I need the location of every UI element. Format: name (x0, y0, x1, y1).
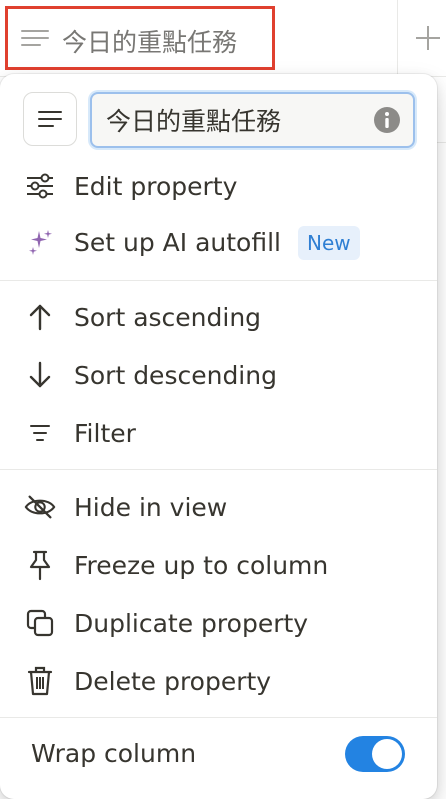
menu-separator (0, 469, 437, 470)
menu-item-ai-autofill[interactable]: Set up AI autofill New (0, 214, 437, 270)
rename-row (23, 92, 415, 152)
menu-item-delete-property[interactable]: Delete property (0, 653, 437, 709)
menu-item-sort-descending[interactable]: Sort descending (0, 347, 437, 403)
menu-item-edit-property[interactable]: Edit property (0, 158, 437, 214)
property-type-button[interactable] (23, 92, 77, 146)
sparkles-icon (24, 226, 56, 258)
menu-item-duplicate-property[interactable]: Duplicate property (0, 595, 437, 651)
trash-icon (24, 665, 56, 697)
menu-item-label: Sort ascending (74, 302, 262, 332)
toggle-knob (372, 739, 402, 769)
menu-item-filter[interactable]: Filter (0, 405, 437, 461)
menu-item-label: Sort descending (74, 360, 277, 390)
duplicate-icon (24, 607, 56, 639)
menu-item-freeze-column[interactable]: Freeze up to column (0, 537, 437, 593)
new-badge: New (298, 226, 360, 260)
text-lines-icon (38, 111, 62, 127)
menu-item-label: Hide in view (74, 492, 228, 522)
eye-slash-icon (24, 491, 56, 523)
menu-separator (0, 280, 437, 281)
menu-item-label: Freeze up to column (74, 550, 329, 580)
menu-item-label: Edit property (74, 171, 238, 201)
sliders-icon (24, 170, 56, 202)
arrow-up-icon (24, 301, 56, 333)
wrap-column-toggle[interactable] (345, 736, 405, 772)
menu-item-hide-in-view[interactable]: Hide in view (0, 479, 437, 535)
menu-item-sort-ascending[interactable]: Sort ascending (0, 289, 437, 345)
table-header: 今日的重點任務 (0, 0, 446, 143)
menu-item-label: Filter (74, 418, 136, 448)
menu-item-label: Set up AI autofill (74, 227, 281, 257)
property-menu: Edit property Set up AI autofill New Sor… (0, 74, 437, 799)
menu-separator (0, 717, 437, 718)
property-header-title: 今日的重點任務 (62, 28, 238, 57)
text-lines-icon (21, 30, 49, 46)
menu-item-label: Duplicate property (74, 608, 309, 638)
filter-icon (24, 417, 56, 449)
info-icon[interactable] (373, 106, 401, 134)
pin-icon (24, 549, 56, 581)
column-divider (397, 0, 398, 76)
wrap-column-label: Wrap column (31, 739, 197, 768)
arrow-down-icon (24, 359, 56, 391)
wrap-column-row: Wrap column (0, 726, 437, 782)
menu-item-label: Delete property (74, 666, 272, 696)
property-name-input[interactable] (90, 92, 415, 148)
property-column-header[interactable]: 今日的重點任務 (5, 6, 275, 70)
plus-icon[interactable] (410, 18, 446, 58)
